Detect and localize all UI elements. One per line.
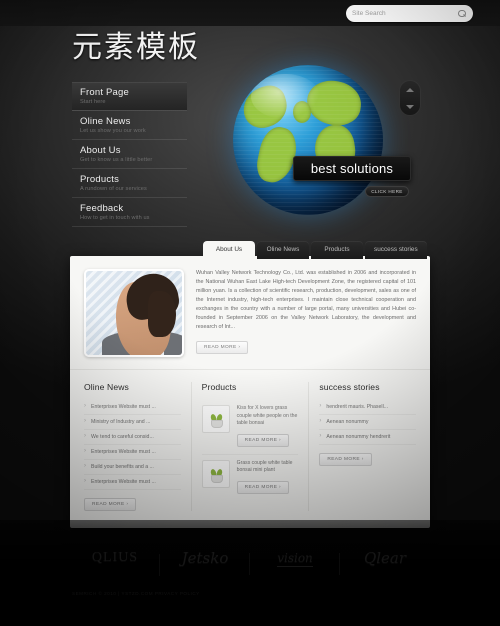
partner-logos: QLIUS Jetsko vision Qlear [70,538,430,578]
plant-pot-icon [210,474,223,483]
success-read-more-button[interactable]: READ MORE › [319,453,372,466]
about-body-text: Wuhan Valley Network Technology Co., Ltd… [196,270,416,330]
main-navigation: Front Page Start here Oline News Let us … [72,82,187,227]
nav-item-title: Oline News [80,116,131,127]
globe-stripes [233,65,383,215]
list-item[interactable]: Aenean nonummy hendrerit [319,430,417,445]
product-body: Kiss for X lovers grass couple white peo… [236,405,299,447]
search-input[interactable] [352,10,457,17]
list-item[interactable]: Aenean nonummy [319,415,417,430]
about-photo [84,269,184,357]
nav-item-title: Feedback [80,203,124,214]
list-item[interactable]: hendrerit mauris. Phasell... [319,400,417,415]
about-read-more-button[interactable]: READ MORE › [196,341,249,354]
list-item[interactable]: Enterprises Website must ... [84,475,181,490]
column-title: Oline News [84,382,129,392]
column-success-stories: success stories hendrerit mauris. Phasel… [308,382,417,511]
list-item[interactable]: Enterprises Website must ... [84,445,181,460]
about-section: Wuhan Valley Network Technology Co., Ltd… [70,256,430,367]
nav-item-subtitle: Start here [80,99,106,105]
product-description: Grass couple white table bonsai mini pla… [236,459,293,474]
brand-logo-vision-text: vision [277,551,313,567]
column-oline-news: Oline News Enterprises Website must ... … [84,382,181,511]
tab-oline-news[interactable]: Oline News [257,241,309,259]
list-item[interactable]: We tend to careful consid... [84,430,181,445]
page-root: 元素模板 Front Page Start here Oline News Le… [0,0,500,626]
tab-products[interactable]: Products [311,241,363,259]
nav-item-about-us[interactable]: About Us Get to know us a little better [72,140,187,169]
globe-graphic [233,65,383,215]
banner-headline: best solutions [293,156,411,181]
footer-copyright[interactable]: SEMRICH © 2010 | YSTZD.COM PRIVACY POLIC… [72,591,200,596]
product-body: Grass couple white table bonsai mini pla… [236,459,299,494]
hero-banner: best solutions CLICK HERE [215,55,415,225]
nav-item-subtitle: Let us show you our work [80,128,146,134]
product-read-more-button[interactable]: READ MORE › [236,433,290,447]
nav-item-subtitle: A rundown of our services [80,186,147,192]
site-logo[interactable]: 元素模板 [72,22,200,66]
about-text-block: Wuhan Valley Network Technology Co., Ltd… [196,269,416,357]
plant-pot-icon [210,420,223,428]
news-list: Enterprises Website must ... Ministry of… [84,400,181,490]
product-description: Kiss for X lovers grass couple white peo… [236,405,298,426]
product-thumbnail[interactable] [201,405,230,433]
search-icon[interactable] [457,9,467,19]
nav-item-front-page[interactable]: Front Page Start here [72,82,187,111]
product-item: Grass couple white table bonsai mini pla… [201,455,299,501]
tab-success-stories[interactable]: success stories [365,241,427,259]
product-thumbnail[interactable] [201,459,230,488]
column-title: Products [201,382,237,392]
nav-item-title: About Us [80,145,121,156]
nav-item-products[interactable]: Products A rundown of our services [72,169,187,198]
success-list: hendrerit mauris. Phasell... Aenean nonu… [319,400,417,445]
chevron-up-icon[interactable] [406,87,414,92]
nav-item-subtitle: How to get in touch with us [80,215,150,221]
list-item[interactable]: Build your benefits and a ... [84,460,181,475]
content-tabs: About Us Oline News Products success sto… [203,241,427,259]
three-column-section: Oline News Enterprises Website must ... … [70,369,430,511]
nav-item-oline-news[interactable]: Oline News Let us show you our work [72,111,187,140]
brand-logo-vision[interactable]: vision [250,549,340,575]
photo-hair [148,291,176,337]
click-here-button[interactable]: CLICK HERE [365,186,409,197]
banner-headline-text: best solutions [310,161,394,176]
tab-about-us[interactable]: About Us [203,241,255,259]
column-title: success stories [319,382,380,392]
nav-item-title: Front Page [80,87,129,98]
brand-logo-jetsko[interactable]: Jetsko [160,549,250,575]
product-item: Kiss for X lovers grass couple white peo… [201,400,299,455]
news-read-more-button[interactable]: READ MORE › [84,498,137,511]
nav-item-feedback[interactable]: Feedback How to get in touch with us [72,198,187,227]
search-box[interactable] [346,5,473,22]
nav-item-subtitle: Get to know us a little better [80,157,153,163]
list-item[interactable]: Enterprises Website must ... [84,400,181,415]
brand-logo-qlear[interactable]: Qlear [340,549,430,567]
list-item[interactable]: Ministry of Industry and ... [84,415,181,430]
slider-arrows[interactable] [399,80,421,116]
brand-logo-qlius[interactable]: QLIUS [70,550,160,576]
product-read-more-button[interactable]: READ MORE › [236,480,290,494]
click-here-label: CLICK HERE [371,189,403,194]
nav-item-title: Products [80,174,120,185]
column-products: Products Kiss for X lovers grass couple … [190,382,299,511]
content-panel: Wuhan Valley Network Technology Co., Ltd… [70,256,430,528]
chevron-down-icon[interactable] [406,104,414,109]
